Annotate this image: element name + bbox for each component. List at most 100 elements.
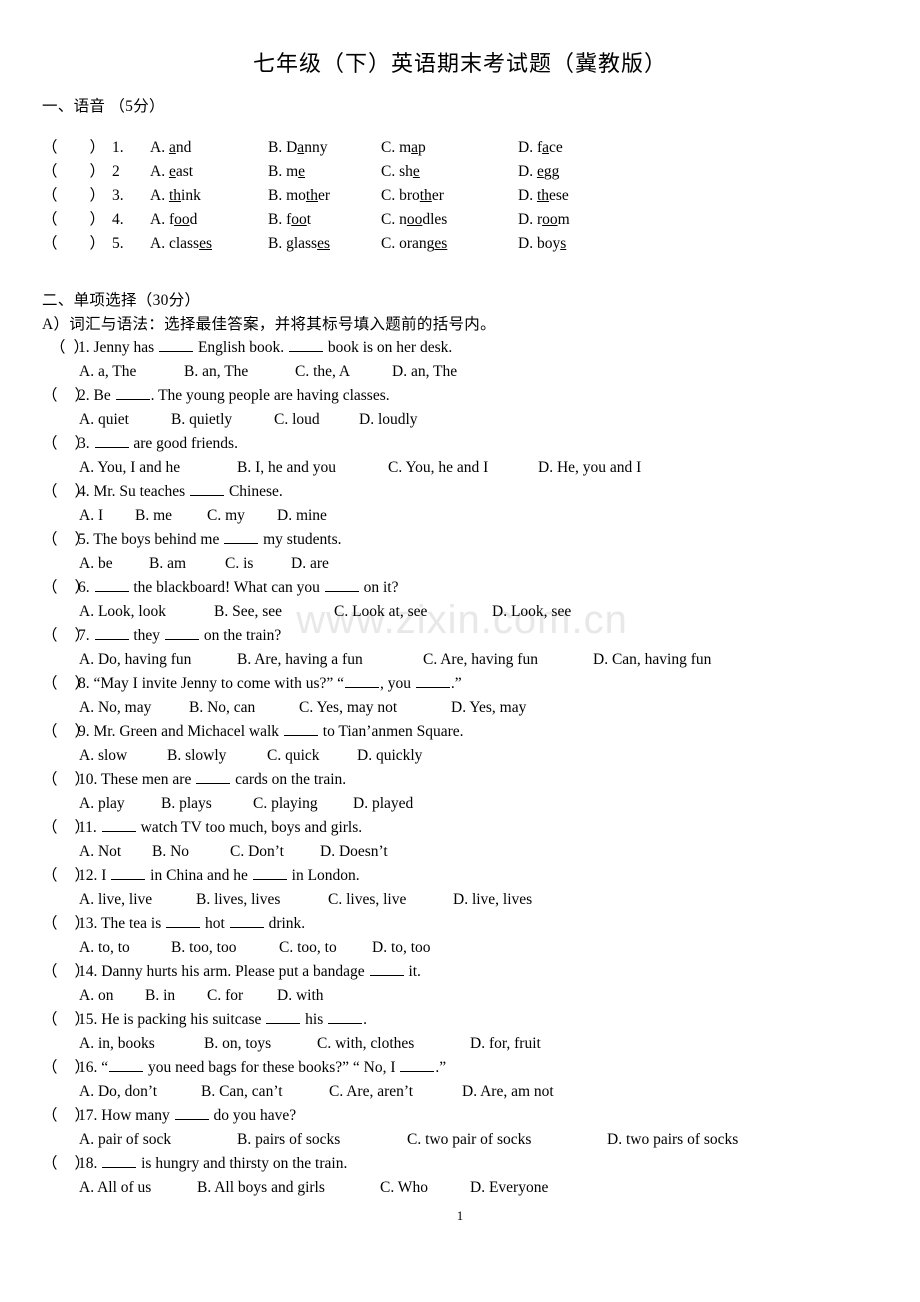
- answer-option[interactable]: A. slow: [79, 744, 167, 768]
- answer-option[interactable]: D. Can, having fun: [593, 648, 711, 672]
- fill-in-blank[interactable]: [224, 530, 259, 544]
- fill-in-blank[interactable]: [190, 482, 225, 496]
- answer-option[interactable]: B. Can, can’t: [201, 1080, 329, 1104]
- answer-option[interactable]: B. Are, having a fun: [237, 648, 423, 672]
- answer-option[interactable]: D. mine: [277, 504, 327, 528]
- answer-option[interactable]: C. with, clothes: [317, 1032, 470, 1056]
- answer-option[interactable]: D. an, The: [392, 360, 457, 384]
- answer-bracket[interactable]: （）: [42, 184, 112, 208]
- phonetics-option[interactable]: D. room: [518, 208, 618, 232]
- answer-option[interactable]: B. slowly: [167, 744, 267, 768]
- fill-in-blank[interactable]: [283, 722, 318, 736]
- answer-option[interactable]: B. lives, lives: [196, 888, 328, 912]
- answer-option[interactable]: C. Are, aren’t: [329, 1080, 462, 1104]
- phonetics-option[interactable]: D. face: [518, 136, 618, 160]
- fill-in-blank[interactable]: [266, 1010, 301, 1024]
- answer-option[interactable]: D. played: [353, 792, 413, 816]
- fill-in-blank[interactable]: [111, 866, 146, 880]
- answer-option[interactable]: B. pairs of socks: [237, 1128, 407, 1152]
- answer-option[interactable]: D. two pairs of socks: [607, 1128, 738, 1152]
- phonetics-option[interactable]: B. glasses: [268, 232, 381, 256]
- fill-in-blank[interactable]: [369, 962, 404, 976]
- phonetics-option[interactable]: A. and: [150, 136, 268, 160]
- answer-bracket[interactable]: （）: [42, 960, 90, 984]
- answer-option[interactable]: B. an, The: [184, 360, 295, 384]
- answer-option[interactable]: C. my: [207, 504, 277, 528]
- answer-option[interactable]: B. too, too: [171, 936, 279, 960]
- answer-option[interactable]: A. live, live: [79, 888, 196, 912]
- answer-option[interactable]: A. quiet: [79, 408, 171, 432]
- answer-bracket[interactable]: （）: [42, 480, 90, 504]
- answer-option[interactable]: C. Are, having fun: [423, 648, 593, 672]
- phonetics-option[interactable]: B. mother: [268, 184, 381, 208]
- answer-bracket[interactable]: （）: [42, 720, 90, 744]
- answer-option[interactable]: D. for, fruit: [470, 1032, 541, 1056]
- fill-in-blank[interactable]: [252, 866, 287, 880]
- answer-bracket[interactable]: （）: [42, 1008, 90, 1032]
- phonetics-option[interactable]: C. brother: [381, 184, 518, 208]
- fill-in-blank[interactable]: [288, 338, 323, 352]
- answer-option[interactable]: A. on: [79, 984, 145, 1008]
- fill-in-blank[interactable]: [159, 338, 194, 352]
- answer-option[interactable]: D. are: [291, 552, 329, 576]
- answer-option[interactable]: C. playing: [253, 792, 353, 816]
- fill-in-blank[interactable]: [102, 1154, 137, 1168]
- answer-bracket[interactable]: （）: [42, 864, 90, 888]
- answer-option[interactable]: A. Not: [79, 840, 152, 864]
- answer-option[interactable]: B. am: [149, 552, 225, 576]
- answer-option[interactable]: A. in, books: [79, 1032, 204, 1056]
- answer-option[interactable]: A. pair of sock: [79, 1128, 237, 1152]
- answer-option[interactable]: D. Everyone: [470, 1176, 548, 1200]
- answer-bracket[interactable]: （）: [42, 384, 90, 408]
- answer-option[interactable]: A. a, The: [79, 360, 184, 384]
- answer-option[interactable]: B. I, he and you: [237, 456, 388, 480]
- phonetics-option[interactable]: C. noodles: [381, 208, 518, 232]
- phonetics-option[interactable]: D. boys: [518, 232, 618, 256]
- answer-option[interactable]: D. Are, am not: [462, 1080, 554, 1104]
- answer-option[interactable]: D. with: [277, 984, 324, 1008]
- answer-option[interactable]: D. loudly: [359, 408, 418, 432]
- fill-in-blank[interactable]: [174, 1106, 209, 1120]
- answer-option[interactable]: D. quickly: [357, 744, 422, 768]
- phonetics-option[interactable]: C. map: [381, 136, 518, 160]
- answer-option[interactable]: C. quick: [267, 744, 357, 768]
- answer-option[interactable]: C. two pair of socks: [407, 1128, 607, 1152]
- answer-option[interactable]: B. me: [135, 504, 207, 528]
- phonetics-option[interactable]: B. Danny: [268, 136, 381, 160]
- phonetics-option[interactable]: D. these: [518, 184, 618, 208]
- answer-option[interactable]: C. Don’t: [230, 840, 320, 864]
- phonetics-option[interactable]: C. oranges: [381, 232, 518, 256]
- fill-in-blank[interactable]: [345, 674, 380, 688]
- answer-bracket[interactable]: （）: [42, 160, 112, 184]
- answer-bracket[interactable]: （）: [42, 336, 89, 360]
- phonetics-option[interactable]: C. she: [381, 160, 518, 184]
- fill-in-blank[interactable]: [109, 1058, 144, 1072]
- phonetics-option[interactable]: A. east: [150, 160, 268, 184]
- answer-option[interactable]: D. Look, see: [492, 600, 571, 624]
- answer-bracket[interactable]: （）: [42, 136, 112, 160]
- phonetics-option[interactable]: B. me: [268, 160, 381, 184]
- answer-bracket[interactable]: （）: [42, 208, 112, 232]
- answer-option[interactable]: D. Yes, may: [451, 696, 526, 720]
- answer-option[interactable]: A. I: [79, 504, 135, 528]
- fill-in-blank[interactable]: [164, 626, 199, 640]
- answer-bracket[interactable]: （）: [42, 672, 90, 696]
- answer-bracket[interactable]: （）: [42, 528, 90, 552]
- phonetics-option[interactable]: B. foot: [268, 208, 381, 232]
- fill-in-blank[interactable]: [166, 914, 201, 928]
- answer-bracket[interactable]: （）: [42, 1056, 90, 1080]
- answer-option[interactable]: C. lives, live: [328, 888, 453, 912]
- fill-in-blank[interactable]: [94, 626, 129, 640]
- answer-bracket[interactable]: （）: [42, 768, 90, 792]
- answer-option[interactable]: B. plays: [161, 792, 253, 816]
- answer-option[interactable]: D. live, lives: [453, 888, 532, 912]
- answer-bracket[interactable]: （）: [42, 624, 90, 648]
- answer-option[interactable]: A. Look, look: [79, 600, 214, 624]
- phonetics-option[interactable]: A. food: [150, 208, 268, 232]
- answer-option[interactable]: C. loud: [274, 408, 359, 432]
- answer-option[interactable]: A. play: [79, 792, 161, 816]
- answer-option[interactable]: C. too, to: [279, 936, 372, 960]
- answer-bracket[interactable]: （）: [42, 432, 90, 456]
- fill-in-blank[interactable]: [94, 578, 129, 592]
- phonetics-option[interactable]: D. egg: [518, 160, 618, 184]
